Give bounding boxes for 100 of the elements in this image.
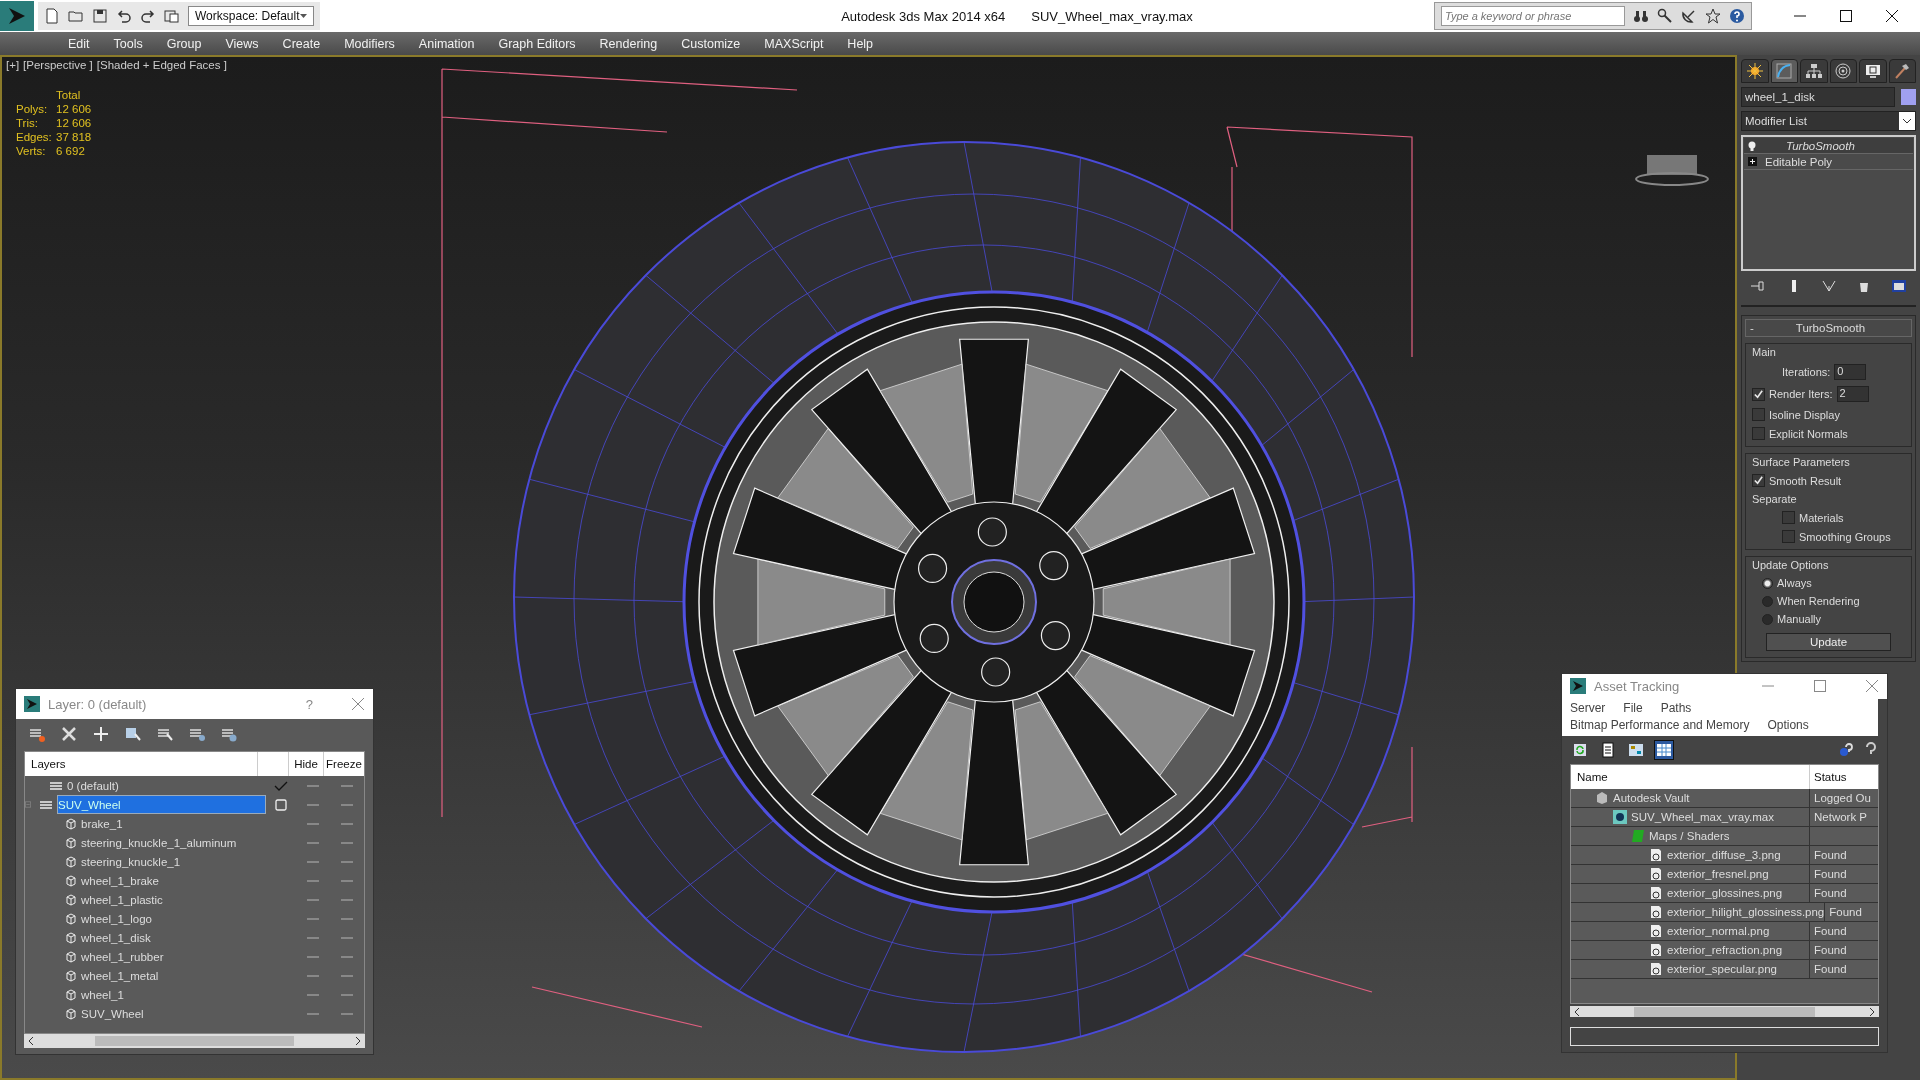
menu-item[interactable]: Views: [213, 36, 271, 51]
asset-name[interactable]: exterior_diffuse_3.png: [1667, 848, 1781, 861]
freeze-toggle[interactable]: [341, 803, 353, 806]
menu-item[interactable]: Customize: [669, 36, 753, 51]
hide-toggle[interactable]: [307, 974, 319, 977]
redo-icon[interactable]: [140, 8, 156, 24]
freeze-toggle[interactable]: [341, 860, 353, 863]
panel-tab[interactable]: [1770, 59, 1798, 83]
layer-name[interactable]: wheel_1_metal: [81, 967, 266, 984]
rollout-title[interactable]: TurboSmooth: [1753, 322, 1907, 334]
layer-name[interactable]: steering_knuckle_1: [81, 853, 266, 870]
layer-name[interactable]: wheel_1: [81, 986, 266, 1003]
asset-name[interactable]: exterior_hilight_glossiness.png: [1667, 905, 1825, 918]
layer-name[interactable]: wheel_1_rubber: [81, 948, 266, 965]
current-layer-check-icon[interactable]: [274, 779, 288, 792]
freeze-toggle[interactable]: [341, 841, 353, 844]
menu-item[interactable]: Animation: [406, 36, 487, 51]
hide-toggle[interactable]: [307, 860, 319, 863]
asset-name[interactable]: exterior_refraction.png: [1667, 943, 1783, 956]
menu-item[interactable]: Group: [154, 36, 214, 51]
hide-toggle[interactable]: [307, 803, 319, 806]
object-name-field[interactable]: wheel_1_disk: [1741, 87, 1895, 107]
hide-toggle[interactable]: [307, 936, 319, 939]
radio-button[interactable]: [1762, 577, 1773, 589]
freeze-toggle[interactable]: [341, 898, 353, 901]
panel-tab[interactable]: [1800, 59, 1828, 83]
menu-item[interactable]: Help: [835, 36, 886, 51]
menu-item[interactable]: MAXScript: [752, 36, 836, 51]
menu-item[interactable]: Create: [270, 36, 333, 51]
hide-toggle[interactable]: [307, 955, 319, 958]
menu-item[interactable]: Modifiers: [332, 36, 407, 51]
path-field[interactable]: [1570, 1027, 1879, 1046]
layer-name[interactable]: wheel_1_logo: [81, 910, 266, 927]
checkbox[interactable]: [1782, 530, 1795, 543]
layer-name[interactable]: steering_knuckle_1_aluminum: [81, 834, 266, 851]
checkbox[interactable]: [1752, 408, 1765, 421]
asset-name[interactable]: exterior_specular.png: [1667, 962, 1777, 975]
freeze-toggle[interactable]: [341, 955, 353, 958]
maximize-icon[interactable]: [1838, 8, 1854, 24]
hide-toggle[interactable]: [307, 784, 319, 787]
project-folder-icon[interactable]: [164, 8, 180, 24]
menu-item[interactable]: Edit: [56, 36, 102, 51]
app-logo-icon[interactable]: [0, 1, 34, 31]
pin-icon[interactable]: [1750, 280, 1767, 292]
color-swatch[interactable]: [1901, 89, 1916, 105]
asset-name[interactable]: Maps / Shaders: [1649, 829, 1730, 842]
freeze-toggle[interactable]: [341, 974, 353, 977]
menu-item[interactable]: Bitmap Performance and Memory: [1570, 717, 1750, 732]
view-mode-button[interactable]: [1654, 739, 1674, 760]
hide-toggle[interactable]: [307, 841, 319, 844]
menu-item[interactable]: Rendering: [587, 36, 670, 51]
panel-tab[interactable]: [1888, 59, 1916, 83]
menu-item[interactable]: Tools: [101, 36, 155, 51]
help-button[interactable]: ?: [305, 696, 343, 712]
help-icon[interactable]: [1729, 8, 1745, 24]
binoculars-icon[interactable]: [1633, 8, 1649, 24]
layer-name[interactable]: SUV_Wheel: [81, 1005, 266, 1022]
viewport-label[interactable]: [Shaded + Edged Faces ]: [96, 59, 227, 71]
freeze-toggle[interactable]: [341, 936, 353, 939]
scroll-right-icon[interactable]: [355, 1037, 361, 1045]
undo-icon[interactable]: [116, 8, 132, 24]
viewport-label[interactable]: [Perspective ]: [23, 59, 93, 71]
render-iters-spinner[interactable]: 2: [1836, 386, 1869, 402]
freeze-toggle[interactable]: [341, 1012, 353, 1015]
save-icon[interactable]: [92, 8, 108, 24]
layer-name[interactable]: wheel_1_brake: [81, 872, 266, 889]
column-header[interactable]: Name: [1571, 770, 1809, 783]
column-header[interactable]: Layers: [25, 758, 257, 770]
checkbox[interactable]: [1752, 474, 1765, 487]
freeze-toggle[interactable]: [341, 784, 353, 787]
asset-name[interactable]: Autodesk Vault: [1613, 791, 1690, 804]
panel-tab[interactable]: [1829, 59, 1857, 83]
current-layer-toggle[interactable]: [275, 798, 287, 811]
checkbox[interactable]: [1782, 511, 1795, 524]
freeze-toggle[interactable]: [341, 917, 353, 920]
hide-toggle[interactable]: [307, 879, 319, 882]
radio-button[interactable]: [1762, 613, 1773, 625]
update-button[interactable]: Update: [1766, 633, 1891, 651]
modifier-stack-item[interactable]: TurboSmooth: [1744, 138, 1913, 154]
panel-tab[interactable]: [1859, 59, 1887, 83]
asset-name[interactable]: exterior_glossines.png: [1667, 886, 1783, 899]
modifier-stack-item[interactable]: Editable Poly: [1744, 154, 1913, 170]
hide-toggle[interactable]: [307, 917, 319, 920]
collapse-toggle[interactable]: -: [1750, 322, 1754, 334]
asset-name[interactable]: SUV_Wheel_max_vray.max: [1631, 810, 1774, 823]
modifier-list-dropdown[interactable]: Modifier List: [1741, 111, 1916, 131]
delete-icon[interactable]: [60, 725, 78, 743]
menu-item[interactable]: Server: [1570, 700, 1606, 715]
layer-name[interactable]: brake_1: [81, 815, 266, 832]
add-icon[interactable]: [92, 725, 110, 743]
layer-name[interactable]: 0 (default): [67, 777, 266, 794]
satellite-dish-icon[interactable]: [1681, 8, 1697, 24]
hide-toggle[interactable]: [307, 993, 319, 996]
panel-tab[interactable]: [1741, 59, 1769, 83]
checkbox[interactable]: [1752, 427, 1765, 440]
horizontal-scrollbar[interactable]: [24, 1034, 365, 1048]
configure-icon[interactable]: [1890, 278, 1907, 294]
viewport-label[interactable]: [+]: [6, 59, 20, 71]
radio-button[interactable]: [1762, 595, 1773, 607]
hide-toggle[interactable]: [307, 1012, 319, 1015]
